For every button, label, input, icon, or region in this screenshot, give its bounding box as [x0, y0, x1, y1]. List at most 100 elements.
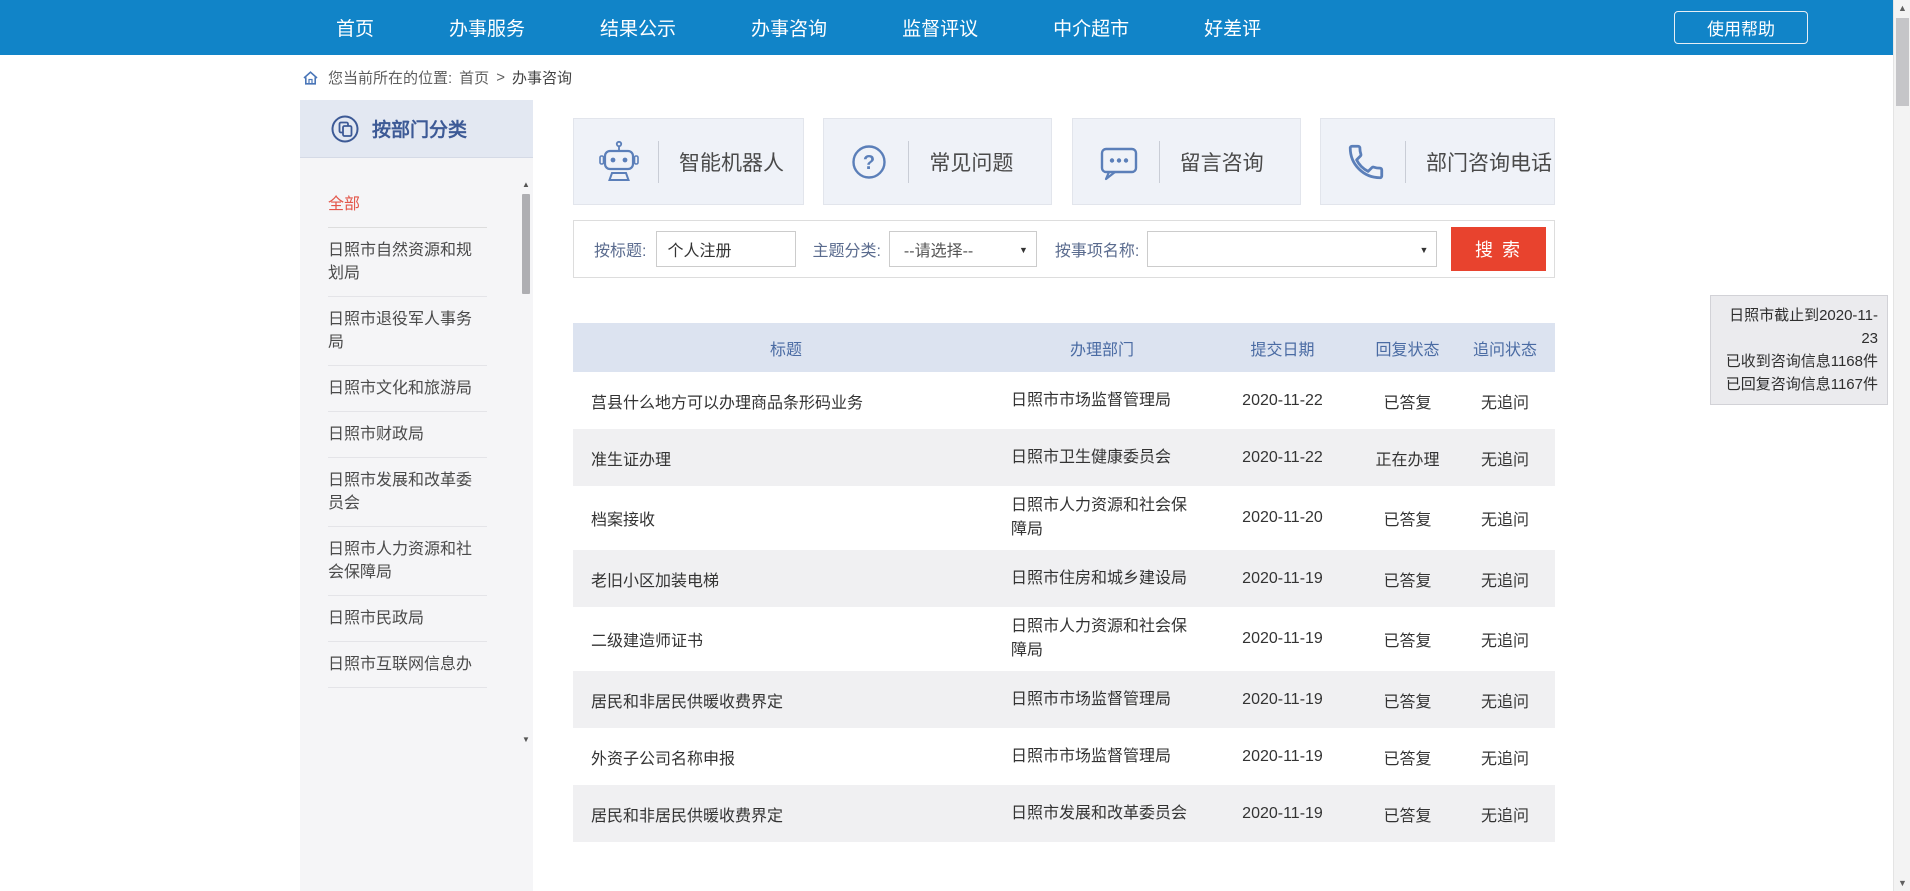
nav-item[interactable]: 首页	[336, 14, 374, 41]
sidebar-scrollbar[interactable]: ▲ ▼	[521, 180, 531, 745]
chevron-down-icon: ▼	[1419, 245, 1428, 255]
reply-status-cell: 已答复	[1360, 567, 1455, 591]
table-row: 居民和非居民供暖收费界定日照市发展和改革委员会2020-11-19已答复无追问	[573, 785, 1555, 842]
sidebar-item[interactable]: 日照市民政局	[328, 596, 487, 642]
main-menu: 首页 办事服务 结果公示 办事咨询 监督评议 中介超市 好差评	[336, 0, 1261, 55]
breadcrumb-home-link[interactable]: 首页	[459, 67, 489, 88]
table-header-cell: 提交日期	[1205, 336, 1360, 360]
table-body: 莒县什么地方可以办理商品条形码业务日照市市场监督管理局2020-11-22已答复…	[573, 372, 1555, 842]
notice-line: 已收到咨询信息1168件	[1720, 350, 1878, 373]
quick-link-label: 智能机器人	[679, 147, 784, 177]
table-row: 居民和非居民供暖收费界定日照市市场监督管理局2020-11-19已答复无追问	[573, 671, 1555, 728]
nav-item[interactable]: 好差评	[1204, 14, 1261, 41]
main-content: 智能机器人 ? 常见问题	[573, 118, 1555, 842]
topic-category-value: --请选择--	[904, 237, 973, 261]
phone-consult-button[interactable]: 部门咨询电话	[1320, 118, 1555, 205]
sidebar-item[interactable]: 日照市文化和旅游局	[328, 366, 487, 412]
sidebar-item[interactable]: 日照市互联网信息办	[328, 642, 487, 688]
topic-category-label: 主题分类:	[812, 237, 880, 261]
help-button[interactable]: 使用帮助	[1674, 11, 1808, 44]
nav-item[interactable]: 结果公示	[600, 14, 676, 41]
nav-item[interactable]: 中介超市	[1053, 14, 1129, 41]
title-search-label: 按标题:	[594, 237, 646, 261]
quick-link-label: 常见问题	[929, 147, 1013, 177]
consult-title-cell[interactable]: 外资子公司名称申报	[573, 737, 999, 777]
sidebar-item[interactable]: 日照市自然资源和规划局	[328, 228, 487, 297]
follow-status-cell: 无追问	[1455, 389, 1555, 413]
submit-date-cell: 2020-11-19	[1205, 748, 1360, 766]
table-header-cell: 标题	[573, 336, 999, 360]
consult-title-cell[interactable]: 准生证办理	[573, 438, 999, 478]
breadcrumb-prefix: 您当前所在的位置:	[328, 67, 452, 88]
sidebar-item[interactable]: 日照市发展和改革委员会	[328, 458, 487, 527]
submit-date-cell: 2020-11-19	[1205, 805, 1360, 823]
sidebar-item[interactable]: 日照市人力资源和社会保障局	[328, 527, 487, 596]
table-row: 准生证办理日照市卫生健康委员会2020-11-22正在办理无追问	[573, 429, 1555, 486]
consult-title-cell[interactable]: 居民和非居民供暖收费界定	[573, 680, 999, 720]
top-nav-bar: 首页 办事服务 结果公示 办事咨询 监督评议 中介超市 好差评 使用帮助	[0, 0, 1910, 55]
reply-status-cell: 正在办理	[1360, 446, 1455, 470]
breadcrumb: 您当前所在的位置: 首页 > 办事咨询	[302, 55, 572, 100]
sidebar-department-list: 全部日照市自然资源和规划局日照市退役军人事务局日照市文化和旅游局日照市财政局日照…	[300, 158, 533, 688]
table-row: 二级建造师证书日照市人力资源和社会保障局2020-11-19已答复无追问	[573, 607, 1555, 671]
reply-status-cell: 已答复	[1360, 506, 1455, 530]
sidebar-scroll-up-arrow[interactable]: ▲	[521, 180, 531, 190]
consult-title-cell[interactable]: 居民和非居民供暖收费界定	[573, 794, 999, 834]
svg-text:?: ?	[863, 152, 875, 174]
sidebar-scroll-thumb[interactable]	[522, 194, 530, 294]
table-header-cell: 追问状态	[1455, 336, 1555, 360]
sidebar-title: 按部门分类	[372, 115, 467, 142]
page-scroll-down-arrow[interactable]: ▼	[1894, 875, 1910, 891]
topic-category-select[interactable]: --请选择-- ▼	[889, 231, 1037, 267]
nav-item[interactable]: 办事咨询	[751, 14, 827, 41]
submit-date-cell: 2020-11-22	[1205, 449, 1360, 467]
follow-status-cell: 无追问	[1455, 506, 1555, 530]
sidebar-item[interactable]: 日照市财政局	[328, 412, 487, 458]
submit-date-cell: 2020-11-22	[1205, 392, 1360, 410]
faq-button[interactable]: ? 常见问题	[823, 118, 1052, 205]
department-cell: 日照市住房和城乡建设局	[999, 559, 1205, 599]
submit-date-cell: 2020-11-19	[1205, 691, 1360, 709]
category-icon	[330, 114, 360, 144]
department-cell: 日照市市场监督管理局	[999, 680, 1205, 720]
consult-title-cell[interactable]: 老旧小区加装电梯	[573, 559, 999, 599]
table-header-cell: 办理部门	[999, 336, 1205, 360]
smart-robot-button[interactable]: 智能机器人	[573, 118, 804, 205]
page-scrollbar[interactable]: ▲ ▼	[1893, 0, 1910, 891]
consult-title-cell[interactable]: 档案接收	[573, 498, 999, 538]
robot-icon	[598, 140, 640, 184]
quick-links-row: 智能机器人 ? 常见问题	[573, 118, 1555, 205]
stats-notice-box: 日照市截止到2020-11-23已收到咨询信息1168件已回复咨询信息1167件	[1710, 295, 1888, 405]
breadcrumb-current: 办事咨询	[512, 67, 572, 88]
nav-item[interactable]: 监督评议	[902, 14, 978, 41]
follow-status-cell: 无追问	[1455, 688, 1555, 712]
page-scroll-thumb[interactable]	[1896, 18, 1909, 106]
sidebar-item-all[interactable]: 全部	[328, 182, 487, 228]
department-cell: 日照市市场监督管理局	[999, 381, 1205, 421]
search-bar: 按标题: 主题分类: --请选择-- ▼ 按事项名称: ▼ 搜 索	[573, 220, 1555, 278]
table-header-cell: 回复状态	[1360, 336, 1455, 360]
quick-link-label: 留言咨询	[1180, 147, 1264, 177]
department-cell: 日照市卫生健康委员会	[999, 438, 1205, 478]
submit-date-cell: 2020-11-19	[1205, 570, 1360, 588]
reply-status-cell: 已答复	[1360, 688, 1455, 712]
department-cell: 日照市发展和改革委员会	[999, 794, 1205, 834]
table-header-row: 标题办理部门提交日期回复状态追问状态	[573, 323, 1555, 372]
message-consult-button[interactable]: 留言咨询	[1072, 118, 1301, 205]
nav-item[interactable]: 办事服务	[449, 14, 525, 41]
title-search-input[interactable]	[656, 231, 796, 267]
sidebar-scroll-down-arrow[interactable]: ▼	[521, 735, 531, 745]
consult-title-cell[interactable]: 二级建造师证书	[573, 619, 999, 659]
divider	[1405, 141, 1406, 183]
follow-status-cell: 无追问	[1455, 627, 1555, 651]
chevron-down-icon: ▼	[1019, 245, 1028, 255]
sidebar-item[interactable]: 日照市退役军人事务局	[328, 297, 487, 366]
item-name-select[interactable]: ▼	[1147, 231, 1437, 267]
table-row: 老旧小区加装电梯日照市住房和城乡建设局2020-11-19已答复无追问	[573, 550, 1555, 607]
page-scroll-up-arrow[interactable]: ▲	[1894, 0, 1910, 16]
search-button[interactable]: 搜 索	[1451, 227, 1546, 271]
consult-title-cell[interactable]: 莒县什么地方可以办理商品条形码业务	[573, 381, 999, 421]
department-cell: 日照市人力资源和社会保障局	[999, 486, 1205, 550]
department-cell: 日照市市场监督管理局	[999, 737, 1205, 777]
table-row: 外资子公司名称申报日照市市场监督管理局2020-11-19已答复无追问	[573, 728, 1555, 785]
